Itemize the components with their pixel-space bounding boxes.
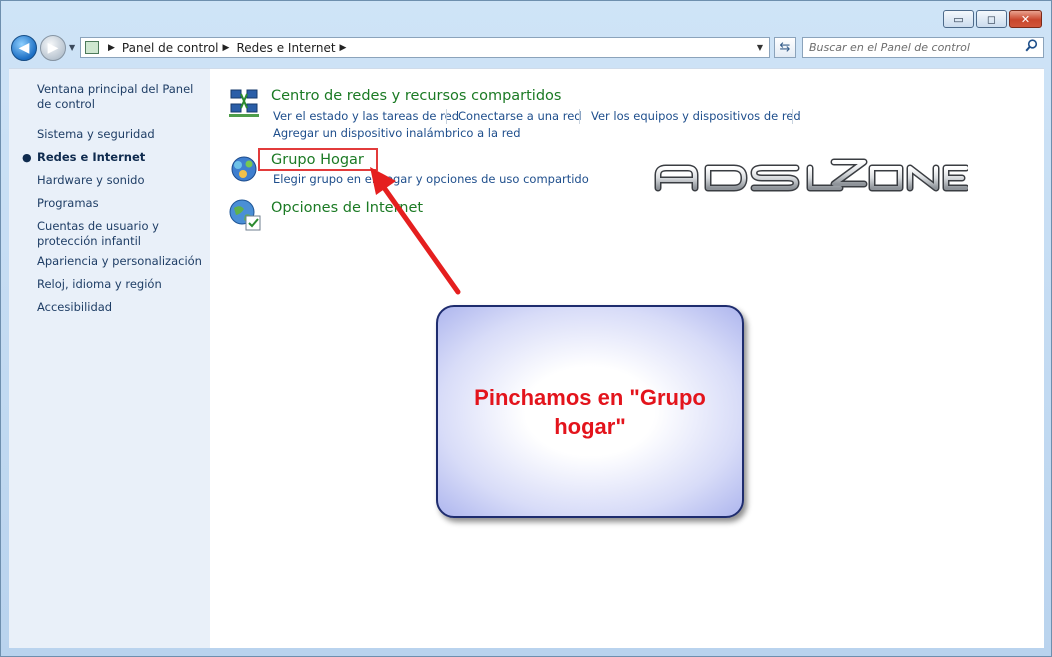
task-divider [579, 109, 580, 124]
breadcrumb-separator-icon[interactable]: ▶ [223, 43, 230, 53]
refresh-icon: ⇆ [779, 40, 791, 55]
search-icon[interactable] [1025, 39, 1038, 56]
main-content: Centro de redes y recursos compartidos V… [210, 68, 1044, 648]
window-controls: ▭ ◻ ✕ [941, 10, 1042, 28]
maximize-button[interactable]: ◻ [976, 10, 1007, 28]
current-bullet-icon: ● [22, 151, 32, 164]
task-homegroup-options[interactable]: Elegir grupo en el hogar y opciones de u… [273, 172, 589, 186]
sidebar-item-system-security[interactable]: Sistema y seguridad [37, 127, 207, 142]
adslzone-logo-icon [654, 158, 968, 192]
minimize-button[interactable]: ▭ [943, 10, 974, 28]
breadcrumb-panel-de-control[interactable]: Panel de control [122, 41, 219, 55]
internet-options-icon[interactable] [228, 198, 262, 232]
control-panel-window: ▭ ◻ ✕ ◀ ▶ ▼ ▶ Panel de control ▶ Redes e… [0, 0, 1052, 657]
forward-button[interactable]: ▶ [40, 35, 66, 61]
category-title-network-center[interactable]: Centro de redes y recursos compartidos [271, 88, 561, 104]
breadcrumb-separator-icon[interactable]: ▶ [340, 43, 347, 53]
recent-pages-dropdown[interactable]: ▼ [69, 43, 75, 52]
task-divider [792, 109, 793, 124]
arrow-left-icon: ◀ [18, 40, 30, 56]
navigation-toolbar: ◀ ▶ ▼ ▶ Panel de control ▶ Redes e Inter… [9, 34, 1044, 62]
network-center-icon[interactable] [228, 87, 260, 119]
close-button[interactable]: ✕ [1009, 10, 1042, 28]
sidebar-item-label: Redes e Internet [37, 150, 146, 164]
sidebar-item-hardware-sound[interactable]: Hardware y sonido [37, 173, 207, 188]
breadcrumb-redes-e-internet[interactable]: Redes e Internet [236, 41, 335, 55]
chevron-down-icon: ▼ [69, 43, 76, 52]
search-input[interactable] [809, 41, 1019, 54]
control-panel-icon [85, 41, 99, 54]
refresh-button[interactable]: ⇆ [774, 37, 796, 58]
homegroup-highlight-box [258, 148, 378, 171]
sidebar-item-network-internet[interactable]: ● Redes e Internet [22, 150, 207, 165]
arrow-right-icon: ▶ [47, 40, 59, 56]
task-add-wireless-device[interactable]: Agregar un dispositivo inalámbrico a la … [273, 126, 521, 140]
sidebar-item-appearance[interactable]: Apariencia y personalización [37, 254, 207, 269]
sidebar-item-user-accounts[interactable]: Cuentas de usuario y protección infantil [37, 219, 207, 249]
back-button[interactable]: ◀ [11, 35, 37, 61]
task-divider [446, 109, 447, 124]
callout-text: Pinchamos en "Grupo hogar" [474, 384, 706, 439]
instruction-callout: Pinchamos en "Grupo hogar" [436, 305, 744, 518]
breadcrumb-separator-icon[interactable]: ▶ [108, 43, 115, 53]
sidebar-item-accessibility[interactable]: Accesibilidad [37, 300, 207, 315]
sidebar: Ventana principal del Panel de control S… [9, 68, 210, 648]
sidebar-item-clock-language[interactable]: Reloj, idioma y región [37, 277, 207, 292]
address-bar[interactable]: ▶ Panel de control ▶ Redes e Internet ▶ … [80, 37, 770, 58]
address-dropdown-icon[interactable]: ▼ [757, 43, 763, 52]
sidebar-item-programs[interactable]: Programas [37, 196, 207, 211]
task-view-network-status[interactable]: Ver el estado y las tareas de red [273, 109, 459, 123]
search-box [802, 37, 1044, 58]
task-connect-network[interactable]: Conectarse a una red [458, 109, 582, 123]
category-title-internet-options[interactable]: Opciones de Internet [271, 200, 423, 216]
sidebar-item-main[interactable]: Ventana principal del Panel de control [37, 82, 207, 112]
task-view-network-devices[interactable]: Ver los equipos y dispositivos de red [591, 109, 801, 123]
homegroup-icon[interactable] [228, 153, 260, 185]
